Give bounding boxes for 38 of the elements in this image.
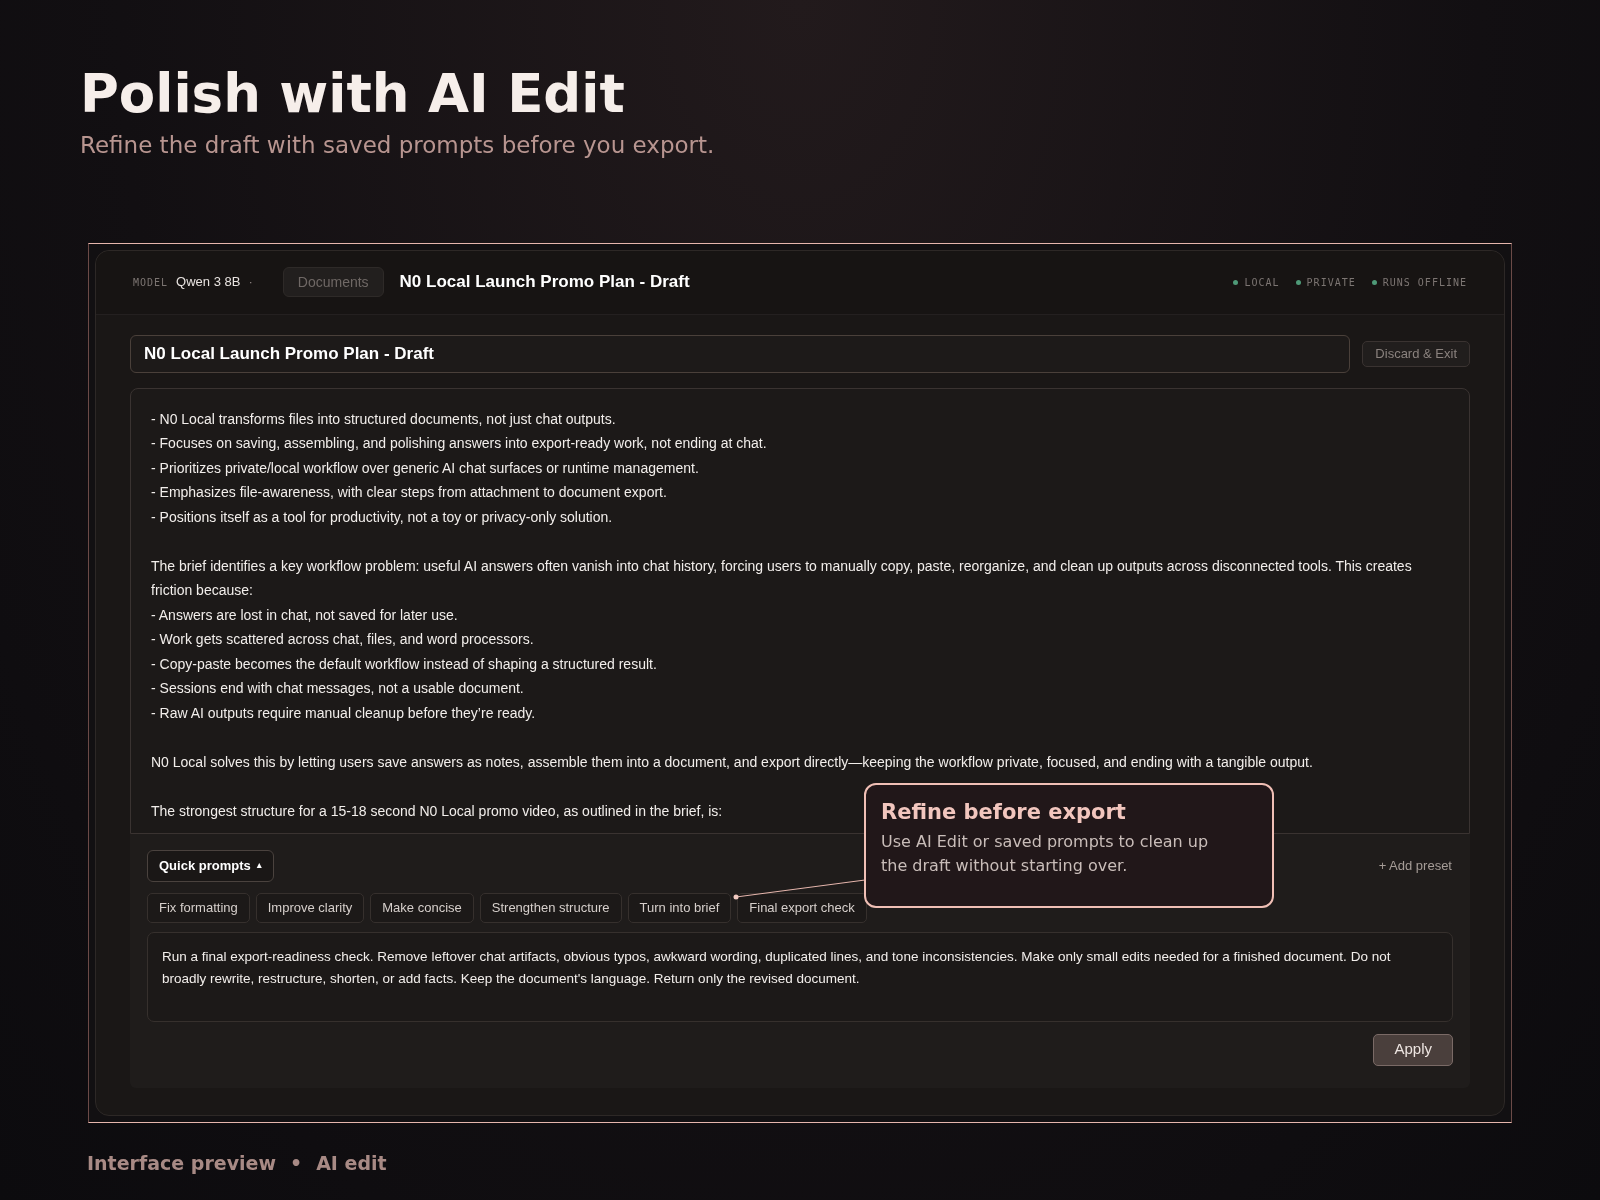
- document-line: - Positions itself as a tool for productivity, not a toy or privacy-only solution.: [151, 507, 613, 527]
- discard-exit-button[interactable]: Discard & Exit: [1362, 340, 1470, 367]
- title-field[interactable]: N0 Local Launch Promo Plan - Draft: [130, 334, 1351, 373]
- document-line: - N0 Local transforms files into structured documents, not just chat outputs.: [151, 409, 616, 429]
- callout-title: Refine before export: [881, 798, 1127, 826]
- document-line: The brief identifies a key workflow problem: useful AI answers often vanish into chat history, forcing users to manually copy, paste, reorganize, and clean up outputs across disconnected tools. This creates friction because:: [151, 556, 1413, 600]
- page-subtitle: Refine the draft with saved prompts before you export.: [80, 131, 715, 160]
- prompt-chip[interactable]: Turn into brief: [627, 892, 732, 923]
- document-line: - Sessions end with chat messages, not a usable document.: [151, 679, 524, 698]
- document-line: The strongest structure for a 15-18 second N0 Local promo video, as outlined in the brief, is:: [151, 801, 723, 821]
- document-line: - Copy-paste becomes the default workflow instead of shaping a structured result.: [151, 654, 657, 674]
- page-title: Polish with AI Edit: [80, 62, 625, 126]
- prompt-chip[interactable]: Improve clarity: [255, 892, 365, 923]
- document-line: N0 Local solves this by letting users save answers as notes, assemble them into a document, and export directly—keeping the workflow private, focused, and ending with a tangible output.: [151, 752, 1313, 772]
- status-label: PRIVATE: [1306, 275, 1356, 290]
- prompt-chip[interactable]: Fix formatting: [147, 892, 250, 923]
- callout-text: Use AI Edit or saved prompts to clean up the draft without starting over.: [881, 830, 1210, 877]
- add-preset-button[interactable]: + Add preset: [1378, 855, 1452, 876]
- document-line: - Work gets scattered across chat, files, and word processors.: [151, 630, 534, 649]
- status-label: LOCAL: [1244, 275, 1280, 290]
- document-line: - Focuses on saving, assembling, and polishing answers into export-ready work, not ending at chat.: [151, 434, 767, 453]
- prompt-chip[interactable]: Final export check: [737, 892, 867, 923]
- model-label: MODEL: [133, 275, 169, 290]
- quick-prompts-toggle[interactable]: Quick prompts ▴: [147, 849, 274, 882]
- document-line: - Answers are lost in chat, not saved for later use.: [151, 605, 458, 625]
- prompt-chip[interactable]: Strengthen structure: [479, 892, 622, 923]
- footer-label: Interface preview: [87, 1150, 276, 1176]
- model-selector[interactable]: Qwen 3 8B ·: [176, 272, 253, 292]
- document-line: - Emphasizes file-awareness, with clear steps from attachment to document export.: [151, 483, 667, 502]
- prompt-field[interactable]: Run a final export-readiness check. Remove leftover chat artifacts, obvious typos, awkward wording, duplicated lines, and tone inconsistencies. Make only small edits needed for a finished document. Do not broadly rewrite, restructure, shorten, or add facts. Keep the document's language. Return only the revised document.: [147, 931, 1453, 1022]
- apply-button[interactable]: Apply: [1373, 1033, 1453, 1066]
- footer-label: AI edit: [316, 1150, 387, 1176]
- document-line: - Raw AI outputs require manual cleanup before they’re ready.: [151, 703, 536, 723]
- document-line: - Prioritizes private/local workflow over generic AI chat surfaces or runtime management.: [151, 458, 699, 478]
- prompt-chip[interactable]: Make concise: [370, 892, 474, 923]
- document-title: N0 Local Launch Promo Plan - Draft: [399, 271, 690, 294]
- footer-separator: •: [290, 1150, 303, 1176]
- status-label: RUNS OFFLINE: [1382, 275, 1467, 290]
